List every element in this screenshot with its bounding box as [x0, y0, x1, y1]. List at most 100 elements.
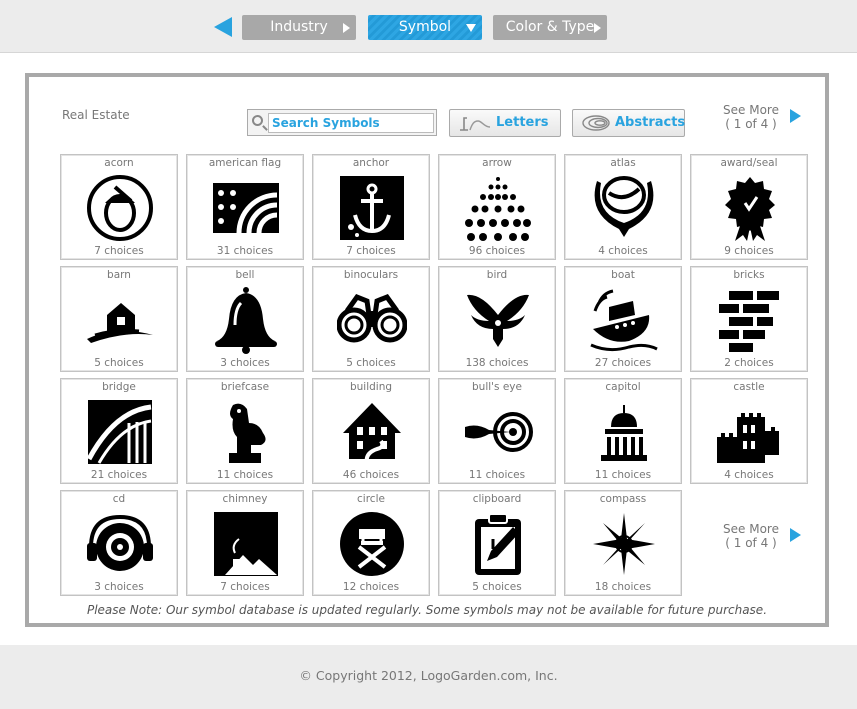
symbol-tile[interactable]: bull's eye 11 choices — [438, 378, 556, 484]
symbol-choices: 12 choices — [342, 581, 400, 593]
circle-icon — [340, 512, 404, 576]
symbol-name: building — [349, 381, 393, 393]
symbol-tile[interactable]: anchor 7 choices — [312, 154, 430, 260]
symbol-name: bull's eye — [472, 381, 522, 393]
tab-color-type[interactable]: Color & Type — [493, 15, 607, 40]
letters-button[interactable]: Letters — [449, 109, 561, 137]
see-more-label: See More — [723, 103, 779, 117]
building-icon — [343, 403, 401, 464]
symbol-choices: 21 choices — [90, 469, 148, 481]
symbol-name: arrow — [482, 157, 512, 169]
symbol-choices: 4 choices — [724, 469, 774, 481]
symbol-tile[interactable]: arrow 96 choices — [438, 154, 556, 260]
symbol-name: bell — [235, 269, 255, 281]
see-more-label: See More — [723, 522, 779, 536]
anchor-icon — [340, 176, 404, 240]
tab-symbol-label: Symbol — [398, 19, 452, 35]
symbol-tile[interactable]: binoculars 5 choices — [312, 266, 430, 372]
symbol-tile[interactable]: barn 5 choices — [60, 266, 178, 372]
symbol-tile[interactable]: chimney 7 choices — [186, 490, 304, 596]
barn-icon — [87, 303, 153, 343]
tab-industry-label: Industry — [270, 19, 328, 35]
symbol-choices: 2 choices — [724, 357, 774, 369]
symbol-choices: 7 choices — [346, 245, 396, 257]
symbol-tile[interactable]: capitol 11 choices — [564, 378, 682, 484]
symbol-choices: 11 choices — [594, 469, 652, 481]
castle-icon — [717, 413, 779, 463]
symbol-tile[interactable]: bricks 2 choices — [690, 266, 808, 372]
symbol-tile[interactable]: acorn 7 choices — [60, 154, 178, 260]
symbol-name: atlas — [610, 157, 636, 169]
award-seal-icon — [725, 177, 775, 241]
symbol-name: chimney — [222, 493, 268, 505]
see-more-bottom[interactable]: See More ( 1 of 4 ) — [713, 522, 803, 550]
symbol-tile[interactable]: building 46 choices — [312, 378, 430, 484]
search-input[interactable] — [268, 113, 434, 133]
symbol-choices: 18 choices — [594, 581, 652, 593]
boat-icon — [590, 289, 658, 352]
symbol-tile[interactable]: compass 18 choices — [564, 490, 682, 596]
arrow-icon — [465, 177, 531, 241]
symbol-choices: 46 choices — [342, 469, 400, 481]
symbol-tile[interactable]: briefcase 11 choices — [186, 378, 304, 484]
symbol-tile[interactable]: castle 4 choices — [690, 378, 808, 484]
symbol-name: barn — [107, 269, 131, 281]
chimney-icon — [214, 512, 278, 576]
capitol-icon — [601, 405, 647, 461]
cd-icon — [87, 514, 153, 571]
tab-symbol[interactable]: Symbol — [368, 15, 482, 40]
symbol-tile[interactable]: bell 3 choices — [186, 266, 304, 372]
see-more-top[interactable]: See More ( 1 of 4 ) — [713, 103, 803, 131]
symbol-tile[interactable]: bird 138 choices — [438, 266, 556, 372]
bulls-eye-icon — [465, 412, 533, 452]
symbol-name: bridge — [102, 381, 136, 393]
chevron-down-icon — [466, 24, 476, 32]
symbol-choices: 138 choices — [465, 357, 529, 369]
top-nav-bar: Industry Symbol Color & Type — [0, 0, 857, 53]
back-arrow-icon[interactable] — [214, 17, 232, 37]
symbol-name: boat — [611, 269, 635, 281]
symbol-choices: 7 choices — [94, 245, 144, 257]
page-count: ( 1 of 4 ) — [725, 117, 777, 131]
american-flag-icon — [213, 183, 279, 234]
symbol-tile[interactable]: boat 27 choices — [564, 266, 682, 372]
abstracts-label: Abstracts — [615, 115, 686, 130]
next-arrow-icon — [790, 528, 801, 542]
abstracts-button[interactable]: Abstracts — [572, 109, 685, 137]
symbol-choices: 31 choices — [216, 245, 274, 257]
symbol-name: compass — [599, 493, 647, 505]
bricks-icon — [719, 291, 779, 352]
letters-label: Letters — [496, 115, 549, 130]
symbol-choices: 7 choices — [220, 581, 270, 593]
symbol-tile[interactable]: cd 3 choices — [60, 490, 178, 596]
symbol-tile[interactable]: american flag 31 choices — [186, 154, 304, 260]
symbol-name: clipboard — [472, 493, 522, 505]
letters-icon — [460, 117, 491, 131]
symbol-tile[interactable]: award/seal 9 choices — [690, 154, 808, 260]
symbol-name: bricks — [733, 269, 765, 281]
symbol-name: cd — [112, 493, 126, 505]
symbol-tile[interactable]: bridge 21 choices — [60, 378, 178, 484]
clipboard-icon — [475, 513, 521, 575]
symbol-choices: 5 choices — [346, 357, 396, 369]
symbol-tile[interactable]: clipboard 5 choices — [438, 490, 556, 596]
bridge-icon — [86, 400, 152, 464]
symbol-name: bird — [486, 269, 508, 281]
abstracts-icon — [582, 115, 610, 131]
binoculars-icon — [337, 293, 407, 343]
symbol-choices: 5 choices — [472, 581, 522, 593]
symbol-tile[interactable]: circle 12 choices — [312, 490, 430, 596]
symbol-choices: 5 choices — [94, 357, 144, 369]
chevron-right-icon — [343, 23, 350, 33]
symbol-choices: 27 choices — [594, 357, 652, 369]
tab-industry[interactable]: Industry — [242, 15, 356, 40]
symbol-tile[interactable]: atlas 4 choices — [564, 154, 682, 260]
symbol-name: castle — [733, 381, 765, 393]
compass-icon — [593, 513, 655, 575]
search-box — [247, 109, 437, 136]
symbol-name: american flag — [208, 157, 282, 169]
symbol-panel: Real Estate Letters Abstracts See More (… — [25, 73, 829, 627]
symbol-choices: 3 choices — [220, 357, 270, 369]
next-arrow-icon — [790, 109, 801, 123]
page-count: ( 1 of 4 ) — [725, 536, 777, 550]
